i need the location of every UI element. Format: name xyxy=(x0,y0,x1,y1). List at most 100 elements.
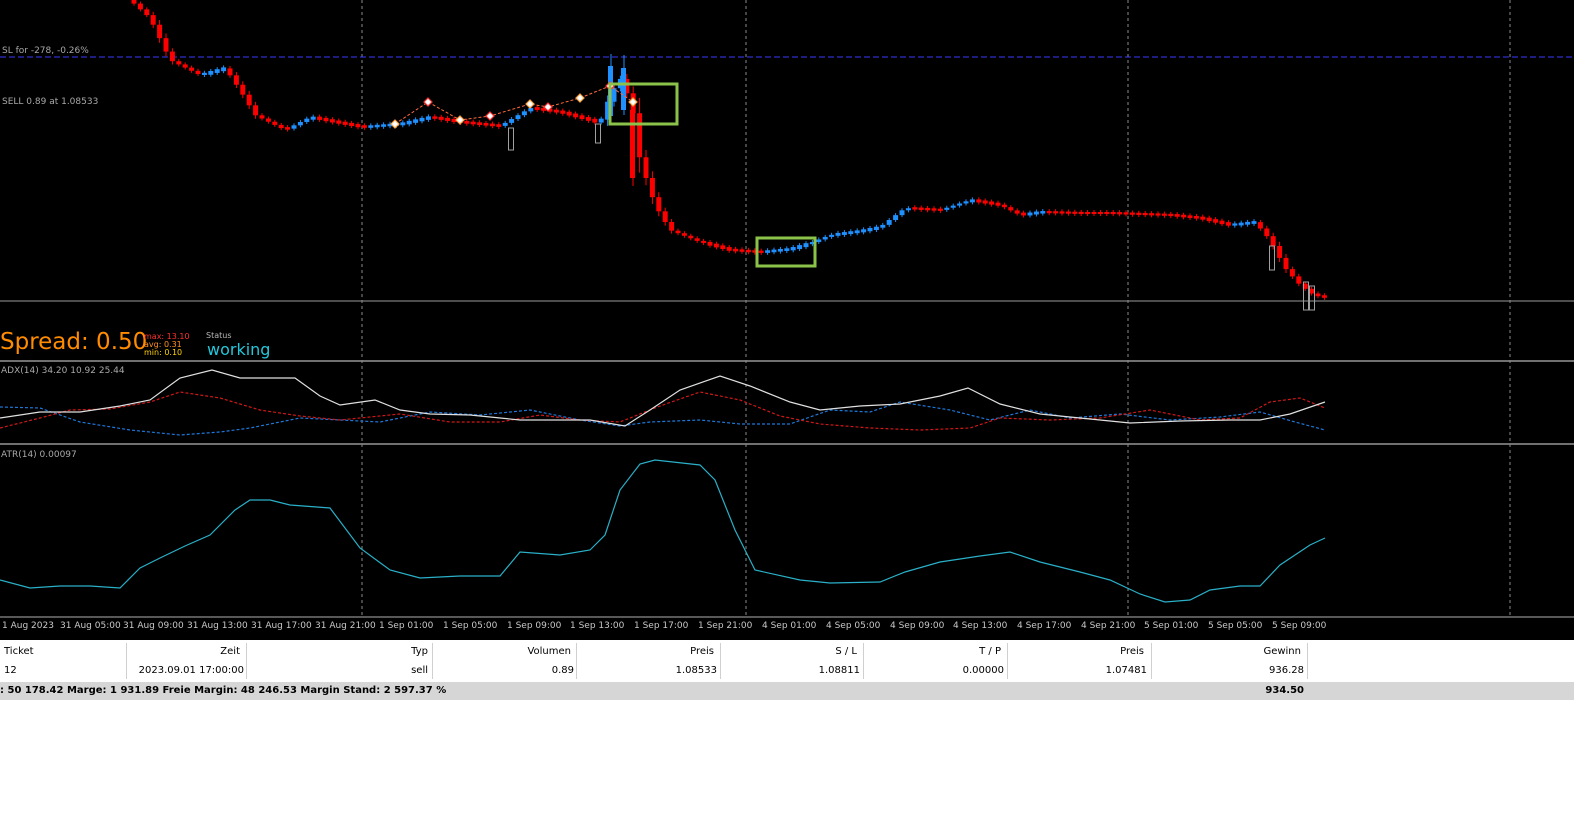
candle-body xyxy=(1008,207,1014,211)
candle-body xyxy=(1027,212,1033,216)
column-divider xyxy=(432,643,433,679)
candle-body xyxy=(368,125,374,128)
candle-body xyxy=(1097,212,1103,214)
price-chart[interactable]: SL for -278, -0.26% SELL 0.89 at 1.08533… xyxy=(0,0,1574,640)
candle-body xyxy=(214,69,220,73)
column-header-sl[interactable]: S / L xyxy=(722,643,857,661)
candle-body xyxy=(477,122,483,125)
time-label: 5 Sep 05:00 xyxy=(1208,621,1263,631)
trade-marker xyxy=(525,99,535,109)
candle-body xyxy=(291,125,297,129)
candle-body xyxy=(464,121,470,124)
candle-body xyxy=(1091,212,1097,214)
candle-body xyxy=(1161,213,1167,216)
time-label: 4 Sep 09:00 xyxy=(890,621,945,631)
candle-body xyxy=(342,121,348,125)
candle-body xyxy=(406,120,412,125)
candle-body xyxy=(873,226,879,230)
minus-di-line xyxy=(0,391,1326,431)
candle-body xyxy=(694,238,700,241)
cell-volume: 0.89 xyxy=(551,665,574,676)
candle-body xyxy=(1181,214,1187,218)
column-divider xyxy=(246,643,247,679)
adx-line xyxy=(0,369,1326,427)
candle-body xyxy=(432,116,438,119)
trade-marker xyxy=(390,119,400,129)
candle-body xyxy=(982,200,988,204)
candle-body xyxy=(621,68,626,110)
candle-body xyxy=(829,234,835,237)
candle-body xyxy=(598,118,604,123)
column-header-current-price[interactable]: Preis xyxy=(1009,643,1144,661)
column-divider xyxy=(863,643,864,679)
candle-body xyxy=(470,121,476,125)
spread-value: Spread: 0.50 xyxy=(0,329,148,355)
column-header-price[interactable]: Preis xyxy=(578,643,714,661)
time-label: 1 Sep 13:00 xyxy=(570,621,625,631)
cell-sl: 1.08811 xyxy=(818,665,860,676)
column-header-time[interactable]: Zeit xyxy=(128,643,240,661)
candle-body xyxy=(1155,213,1161,216)
candle-body xyxy=(381,124,387,127)
candle-body xyxy=(649,178,655,198)
candle-body xyxy=(969,199,975,203)
candle-body xyxy=(246,94,252,106)
column-header-volume[interactable]: Volumen xyxy=(434,643,571,661)
status-value: working xyxy=(207,340,271,359)
candle-body xyxy=(1053,211,1059,214)
column-header-profit[interactable]: Gewinn xyxy=(1153,643,1301,661)
candle-body xyxy=(1225,222,1231,226)
candle-body xyxy=(701,240,707,243)
candle-body xyxy=(438,116,444,120)
candle-body xyxy=(336,120,342,124)
candle-body xyxy=(509,119,515,123)
time-label: 31 Aug 21:00 xyxy=(315,621,376,631)
candle-body xyxy=(797,245,803,250)
chart-canvas[interactable] xyxy=(0,0,1574,640)
candle-body xyxy=(1206,217,1212,222)
candle-body xyxy=(1200,216,1206,220)
candle-body xyxy=(1296,276,1302,284)
candle-body xyxy=(1193,216,1199,219)
candle-body xyxy=(317,116,323,120)
candle-body xyxy=(1123,212,1129,215)
candle-body xyxy=(944,207,950,210)
candle-body xyxy=(976,199,982,203)
column-header-tp[interactable]: T / P xyxy=(866,643,1001,661)
candle-body xyxy=(822,236,828,240)
candle-body xyxy=(579,115,585,120)
trade-marker xyxy=(628,97,638,107)
candle-body xyxy=(726,247,732,251)
column-header-type[interactable]: Typ xyxy=(248,643,428,661)
candle-body xyxy=(201,72,207,75)
time-label: 31 Aug 17:00 xyxy=(251,621,312,631)
candle-body xyxy=(227,68,233,76)
candle-body xyxy=(989,201,995,205)
candle-body xyxy=(669,222,675,231)
candle-body xyxy=(553,109,559,113)
candle-body xyxy=(893,215,899,221)
candle-body xyxy=(995,202,1001,206)
candle-body xyxy=(771,249,777,253)
candle-body xyxy=(950,205,956,208)
candle-body xyxy=(1142,212,1148,216)
candle-body xyxy=(297,121,303,126)
candle-body xyxy=(784,248,790,251)
candle-body xyxy=(1257,222,1263,229)
candle-body xyxy=(880,224,886,228)
plus-di-line xyxy=(0,401,1326,436)
candle-body xyxy=(1174,214,1180,217)
column-header-ticket[interactable]: Ticket xyxy=(4,643,124,661)
candle-body xyxy=(400,122,406,126)
candle-body xyxy=(483,122,489,126)
time-label: 31 Aug 05:00 xyxy=(60,621,121,631)
candle-body xyxy=(1078,211,1084,214)
candle-body xyxy=(937,208,943,211)
candle-body xyxy=(502,122,508,126)
time-label: 1 Sep 17:00 xyxy=(634,621,689,631)
column-divider xyxy=(720,643,721,679)
column-divider xyxy=(1151,643,1152,679)
candle-body xyxy=(1251,221,1257,224)
hollow-candle xyxy=(595,123,601,144)
account-summary-row[interactable]: : 50 178.42 Marge: 1 931.89 Freie Margin… xyxy=(0,682,1574,700)
